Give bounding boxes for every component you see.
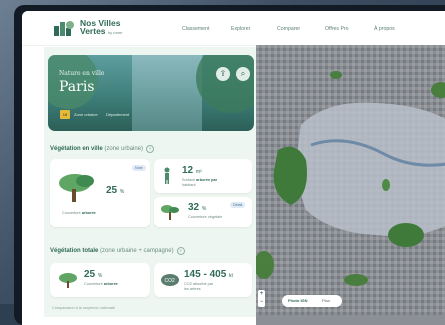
app-window: Nos Villes Vertes by namr Classement Exp…	[22, 11, 445, 325]
info-icon[interactable]: ?	[146, 145, 155, 153]
co2-card: CO2 145 - 405 kt CO2 absorbé par les arbr…	[154, 263, 252, 297]
co2-value: 145 - 405 kt	[184, 269, 233, 280]
nav-classement[interactable]: Classement	[182, 26, 209, 32]
total-section-title: Végétation totale (zone urbaine + campag…	[50, 247, 185, 255]
info-icon[interactable]: ?	[176, 247, 185, 255]
tree-surface-value: 12 m²	[182, 165, 202, 176]
laptop-screen: Nos Villes Vertes by namr Classement Exp…	[14, 5, 445, 325]
tree-surface-card: 12 m² Surface arborée par habitant	[154, 159, 252, 193]
map-canvas	[256, 45, 445, 315]
urban-cover-label: Couverture arborée	[62, 211, 96, 215]
co2-label: CO2 absorbé par les arbres	[184, 282, 214, 291]
department-badge: 18	[60, 110, 70, 119]
city-trees-logo-icon	[54, 21, 74, 36]
tree-icon	[59, 174, 94, 202]
veg-detail-pill[interactable]: Détail	[230, 202, 246, 208]
search-icon[interactable]: ⌕	[236, 67, 250, 81]
hero-pre-title: Nature en ville	[59, 70, 105, 77]
zoom-control[interactable]: + −	[258, 290, 265, 307]
total-cover-value: 25 %	[84, 269, 103, 280]
svg-text:CO2: CO2	[165, 278, 176, 284]
plan-layer-option[interactable]: Plan	[322, 298, 330, 303]
zoom-out-button[interactable]: −	[258, 298, 265, 306]
hero-meta-zone: Zone urbaine	[74, 112, 98, 117]
top-navbar: Nos Villes Vertes by namr Classement Exp…	[22, 11, 445, 46]
nav-a-propos[interactable]: À propos	[374, 26, 395, 32]
veg-cover-label: Couverture végétale	[188, 215, 223, 219]
person-icon	[164, 167, 170, 184]
vegetation-cover-card: Détail 32 % Couverture végétale	[154, 197, 252, 227]
plant-icon	[161, 205, 179, 220]
share-icon[interactable]: ⇪	[216, 67, 230, 81]
nav-offres-pro[interactable]: Offres Pro	[325, 26, 349, 32]
map-layer-toggle[interactable]: Photo IGN Plan	[282, 295, 342, 307]
urban-cover-value: 25 %	[106, 185, 125, 196]
tree-surface-label: Surface arborée par habitant	[182, 178, 218, 187]
nav-explorer[interactable]: Explorer	[231, 26, 250, 32]
zoom-in-button[interactable]: +	[258, 290, 265, 298]
hero-street-image	[132, 55, 202, 131]
footnote: Comparaison à la moyenne nationale	[52, 306, 115, 310]
city-title: Paris	[59, 79, 95, 95]
co2-cloud-icon: CO2	[161, 274, 179, 286]
satellite-map[interactable]: + − Photo IGN Plan	[256, 45, 445, 325]
brand-name[interactable]: Nos Villes Vertes by namr	[80, 19, 122, 37]
hero-tree-shape	[196, 55, 254, 113]
veg-cover-value: 32 %	[188, 202, 207, 213]
photo-layer-option[interactable]: Photo IGN	[288, 298, 308, 303]
total-tree-cover-card: 25 % Couverture arborée	[50, 263, 150, 297]
nav-comparer[interactable]: Comparer	[277, 26, 300, 32]
urban-tree-cover-card: Note 25 % Couverture arborée	[50, 159, 150, 227]
urban-section-title: Végétation en ville (zone urbaine)?	[50, 145, 155, 153]
city-hero-card: Nature en ville Paris ⇪ ⌕ 18 Zone urbain…	[48, 55, 254, 131]
tree-icon	[59, 273, 77, 288]
city-details-panel: Nature en ville Paris ⇪ ⌕ 18 Zone urbain…	[44, 47, 256, 317]
hero-meta-dept: Département	[106, 112, 130, 117]
urban-cover-pill: Note	[132, 165, 146, 171]
total-cover-label: Couverture arborée	[84, 282, 118, 286]
